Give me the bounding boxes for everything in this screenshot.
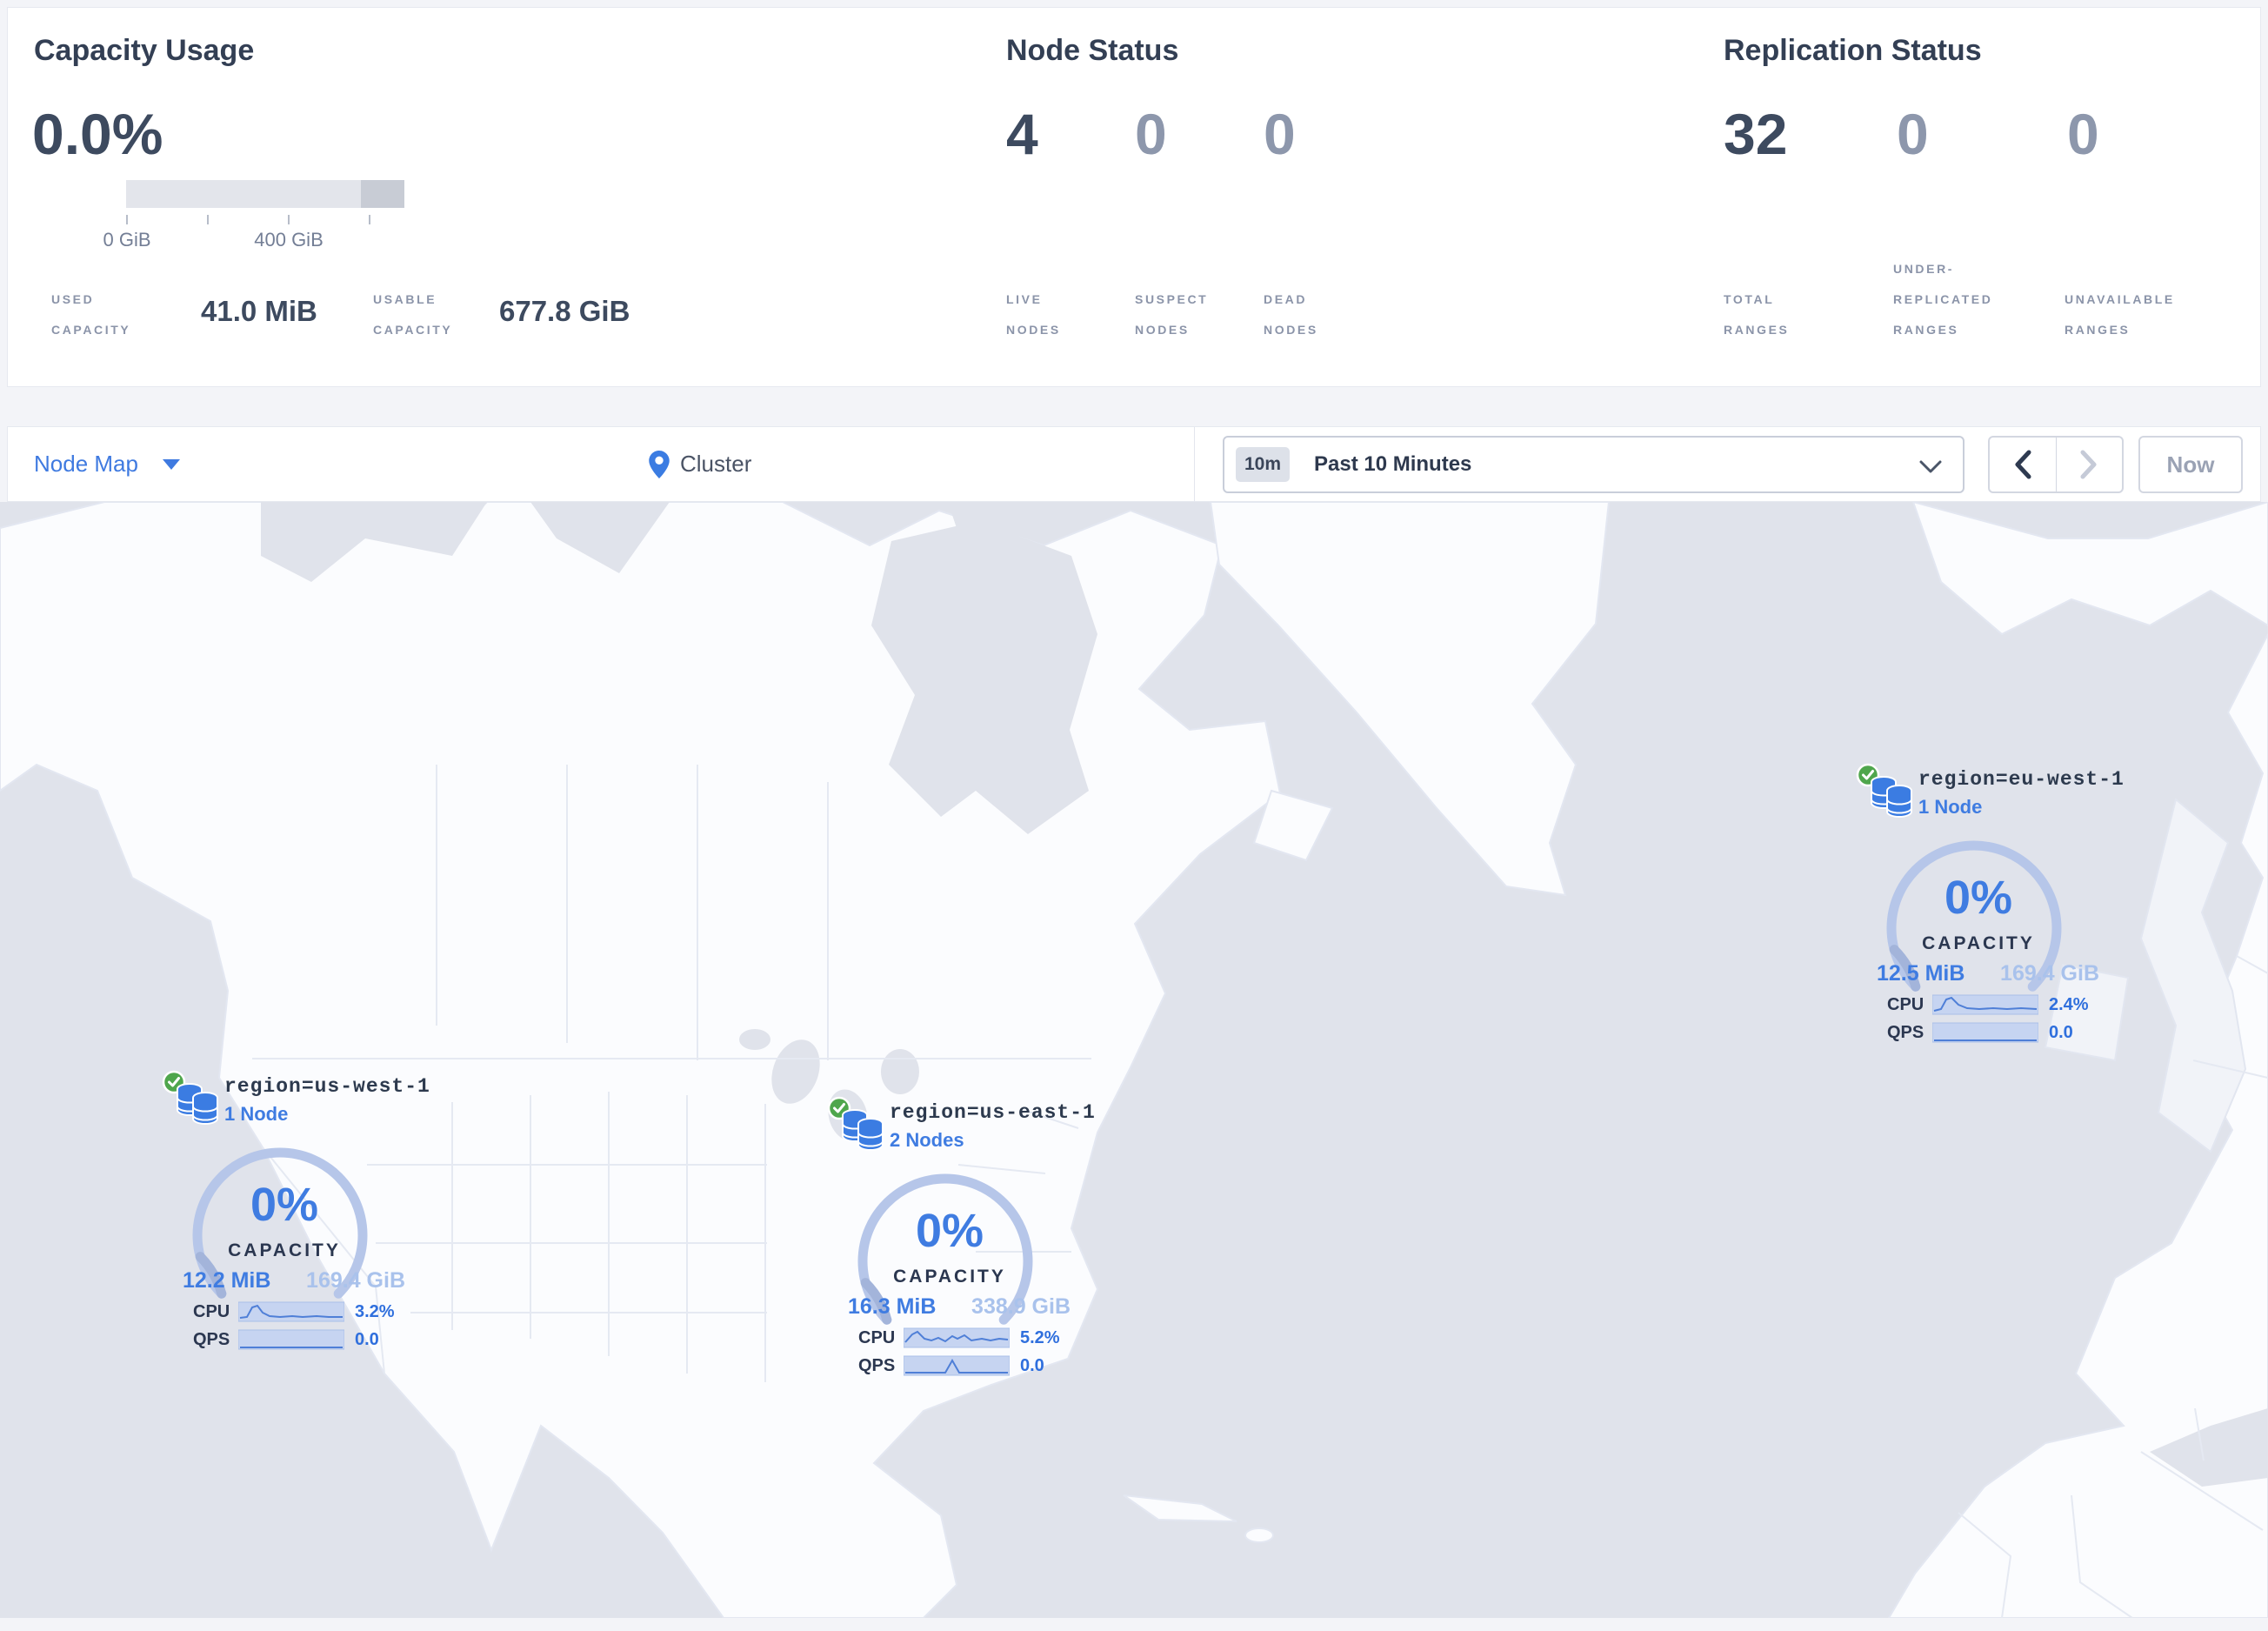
capacity-gauge-percent: 0% <box>1944 872 2013 924</box>
qps-value: 0.0 <box>355 1329 379 1349</box>
region-node-count: 2 Nodes <box>890 1129 964 1151</box>
total-ranges-value: 32 <box>1724 102 1788 166</box>
chevron-down-icon <box>1919 460 1942 473</box>
capacity-usage-percent: 0.0% <box>32 102 163 166</box>
qps-label: QPS <box>193 1329 230 1349</box>
location-pin-icon <box>649 450 670 478</box>
view-select-label: Node Map <box>34 451 138 477</box>
view-select-dropdown[interactable]: Node Map <box>34 427 180 501</box>
cpu-sparkline <box>904 1327 1010 1348</box>
capacity-gauge-label: CAPACITY <box>893 1267 1006 1287</box>
qps-sparkline <box>1932 1022 2038 1043</box>
region-label: region=eu-west-1 <box>1918 768 2125 791</box>
world-map <box>0 502 2268 1618</box>
cpu-value: 3.2% <box>355 1301 395 1321</box>
region-label: region=us-west-1 <box>224 1075 430 1098</box>
time-range-dropdown[interactable]: 10m Past 10 Minutes <box>1223 436 1964 493</box>
region-used-capacity: 16.3 MiB <box>848 1294 937 1319</box>
cpu-label: CPU <box>1887 994 1924 1014</box>
capacity-axis-tick-0: 0 GiB <box>103 229 151 251</box>
database-stack-icon <box>1871 775 1912 819</box>
toolbar-divider <box>1194 427 1195 501</box>
usable-capacity-value: 677.8 GiB <box>499 295 630 327</box>
qps-label: QPS <box>858 1355 896 1375</box>
region-used-capacity: 12.2 MiB <box>183 1268 271 1293</box>
region-label: region=us-east-1 <box>890 1101 1096 1124</box>
dead-nodes-value: 0 <box>1264 102 1296 166</box>
used-capacity-value: 41.0 MiB <box>201 295 317 327</box>
region-marker-us-east-1[interactable]: region=us-east-1 2 Nodes 0% CAPACITY 16.… <box>827 1096 1095 1388</box>
capacity-gauge-percent: 0% <box>250 1179 319 1231</box>
unavailable-ranges-value: 0 <box>2067 102 2099 166</box>
live-nodes-label: LIVE NODES <box>1006 292 1061 337</box>
capacity-gauge-label: CAPACITY <box>1922 933 2035 953</box>
region-used-capacity: 12.5 MiB <box>1877 961 1965 986</box>
capacity-gauge-percent: 0% <box>915 1205 984 1257</box>
suspect-nodes-label: SUSPECT NODES <box>1135 292 1209 337</box>
cpu-label: CPU <box>858 1327 896 1347</box>
qps-value: 0.0 <box>2049 1022 2073 1042</box>
stats-panel: Capacity Usage 0.0% 0 GiB 400 GiB USED C… <box>7 7 2261 387</box>
qps-value: 0.0 <box>1020 1355 1044 1375</box>
under-replicated-ranges-label: UNDER-REPLICATED RANGES <box>1893 262 1993 337</box>
region-node-count: 1 Node <box>224 1103 289 1125</box>
database-stack-icon <box>842 1108 884 1152</box>
capacity-usage-bar <box>126 180 404 208</box>
region-usable-capacity: 338.9 GiB <box>971 1294 1071 1319</box>
cpu-sparkline <box>1932 994 2038 1015</box>
qps-sparkline <box>238 1329 344 1350</box>
database-stack-icon <box>177 1082 218 1126</box>
region-marker-eu-west-1[interactable]: region=eu-west-1 1 Node 0% CAPACITY 12.5… <box>1856 763 2124 1055</box>
region-usable-capacity: 169.4 GiB <box>306 1268 405 1293</box>
time-next-button[interactable] <box>2055 438 2123 491</box>
region-usable-capacity: 169.4 GiB <box>2000 961 2099 986</box>
time-nav-group <box>1988 436 2124 493</box>
replication-status-title: Replication Status <box>1724 34 1982 67</box>
capacity-gauge-label: CAPACITY <box>228 1240 341 1260</box>
region-node-count: 1 Node <box>1918 796 1983 818</box>
breadcrumb-label: Cluster <box>680 451 752 477</box>
unavailable-ranges-label: UNAVAILABLE RANGES <box>2065 292 2175 337</box>
usable-capacity-label: USABLE CAPACITY <box>373 292 453 337</box>
map-toolbar: Node Map Cluster 10m Past 10 Minutes Now <box>7 426 2261 502</box>
cpu-value: 5.2% <box>1020 1327 1060 1347</box>
time-range-badge: 10m <box>1236 447 1290 482</box>
node-map <box>0 502 2268 1618</box>
chevron-down-icon <box>162 458 180 470</box>
capacity-usage-title: Capacity Usage <box>34 34 255 67</box>
time-range-label: Past 10 Minutes <box>1314 452 1472 476</box>
cpu-label: CPU <box>193 1301 230 1321</box>
node-status-title: Node Status <box>1006 34 1179 67</box>
capacity-axis-tick-400: 400 GiB <box>254 229 324 251</box>
cpu-sparkline <box>238 1301 344 1322</box>
total-ranges-label: TOTAL RANGES <box>1724 292 1790 337</box>
chevron-right-icon <box>2080 450 2097 479</box>
cpu-value: 2.4% <box>2049 994 2089 1014</box>
region-marker-us-west-1[interactable]: region=us-west-1 1 Node 0% CAPACITY 12.2… <box>162 1070 430 1362</box>
used-capacity-label: USED CAPACITY <box>51 292 131 337</box>
live-nodes-value: 4 <box>1006 102 1038 166</box>
now-button[interactable]: Now <box>2138 436 2243 493</box>
qps-sparkline <box>904 1355 1010 1376</box>
qps-label: QPS <box>1887 1022 1924 1042</box>
chevron-left-icon <box>2015 450 2031 479</box>
under-replicated-ranges-value: 0 <box>1897 102 1929 166</box>
capacity-usage-bar-reserved <box>361 180 404 208</box>
breadcrumb-cluster[interactable]: Cluster <box>649 427 751 501</box>
time-prev-button[interactable] <box>1990 438 2056 491</box>
dead-nodes-label: DEAD NODES <box>1264 292 1318 337</box>
suspect-nodes-value: 0 <box>1135 102 1167 166</box>
